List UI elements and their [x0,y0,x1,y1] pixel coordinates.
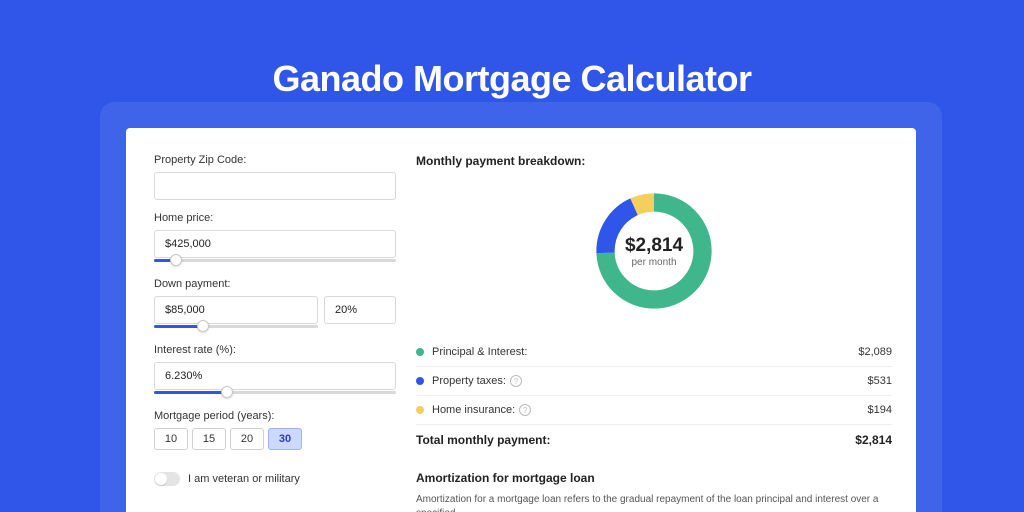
total-value: $2,814 [855,433,892,447]
legend-value: $194 [868,404,892,416]
calculator-card: Property Zip Code: Home price: Down paym… [126,128,916,512]
form-panel: Property Zip Code: Home price: Down paym… [154,154,396,512]
results-panel: Monthly payment breakdown: $2,814 per mo… [396,154,892,512]
dot-icon [416,377,424,385]
legend-value: $531 [868,375,892,387]
legend-value: $2,089 [858,346,892,358]
period-30-button[interactable]: 30 [268,428,302,450]
total-row: Total monthly payment: $2,814 [416,425,892,457]
total-label: Total monthly payment: [416,433,855,447]
legend-label: Home insurance:? [432,404,868,416]
price-label: Home price: [154,212,396,224]
legend-row-ins: Home insurance:? $194 [416,396,892,425]
amortization-title: Amortization for mortgage loan [416,471,892,485]
price-input[interactable] [154,230,396,258]
rate-label: Interest rate (%): [154,344,396,356]
down-percent-input[interactable] [324,296,396,324]
legend-label: Property taxes:? [432,375,868,387]
dot-icon [416,348,424,356]
page-title: Ganado Mortgage Calculator [0,0,1024,100]
info-icon[interactable]: ? [519,404,531,416]
period-10-button[interactable]: 10 [154,428,188,450]
zip-input[interactable] [154,172,396,200]
period-button-group: 10 15 20 30 [154,428,396,450]
breakdown-title: Monthly payment breakdown: [416,154,892,168]
down-label: Down payment: [154,278,396,290]
legend-label: Principal & Interest: [432,346,858,358]
rate-slider[interactable] [154,388,396,398]
zip-label: Property Zip Code: [154,154,396,166]
payment-donut-chart: $2,814 per month [590,187,718,315]
price-slider[interactable] [154,256,396,266]
amortization-text: Amortization for a mortgage loan refers … [416,493,892,512]
period-20-button[interactable]: 20 [230,428,264,450]
legend: Principal & Interest: $2,089 Property ta… [416,338,892,457]
amortization-section: Amortization for mortgage loan Amortizat… [416,471,892,512]
period-15-button[interactable]: 15 [192,428,226,450]
rate-input[interactable] [154,362,396,390]
info-icon[interactable]: ? [510,375,522,387]
veteran-toggle[interactable] [154,472,180,486]
donut-sub: per month [631,257,676,268]
veteran-label: I am veteran or military [188,473,300,485]
down-slider[interactable] [154,322,318,332]
legend-row-pi: Principal & Interest: $2,089 [416,338,892,367]
dot-icon [416,406,424,414]
legend-row-tax: Property taxes:? $531 [416,367,892,396]
down-amount-input[interactable] [154,296,318,324]
donut-amount: $2,814 [625,235,683,257]
period-label: Mortgage period (years): [154,410,396,422]
